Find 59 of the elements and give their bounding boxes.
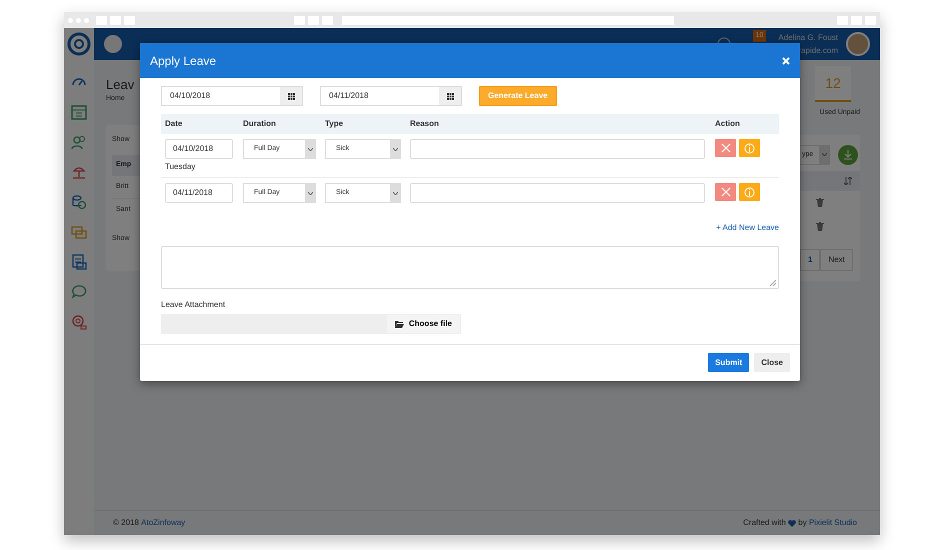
support-icon[interactable] <box>71 314 87 330</box>
add-leave-link[interactable]: + Add New Leave <box>716 223 779 232</box>
credit-text: Crafted with <box>743 517 786 529</box>
info-icon <box>744 142 755 154</box>
date-field[interactable]: 04/11/2018 <box>165 183 233 203</box>
column-header: Type <box>324 118 344 130</box>
page-link[interactable]: Next <box>820 248 853 270</box>
chat-icon[interactable] <box>71 284 87 300</box>
stat-value: 12 <box>815 66 851 102</box>
text-area[interactable] <box>161 246 779 289</box>
info-button[interactable] <box>739 139 760 157</box>
end-date-field[interactable]: 04/11/2018 <box>320 86 462 106</box>
menu-button[interactable] <box>104 35 122 53</box>
trash-icon[interactable] <box>816 222 824 231</box>
folder-icon <box>394 320 404 328</box>
cross-icon <box>720 187 730 197</box>
cross-icon <box>720 143 730 153</box>
user-email: rapide.com <box>798 45 838 57</box>
reason-field[interactable] <box>410 183 705 203</box>
caret-icon <box>392 148 398 150</box>
submit-button[interactable]: Submit <box>708 353 750 372</box>
close-button[interactable]: Close <box>754 353 790 372</box>
sort-icon[interactable] <box>844 176 852 184</box>
trash-icon[interactable] <box>816 198 824 207</box>
avatar[interactable] <box>846 32 870 56</box>
resize-handle-icon[interactable] <box>770 280 776 286</box>
caret-icon <box>822 153 826 156</box>
weekday-label: Tuesday <box>165 161 196 173</box>
column-header: Duration <box>242 118 277 130</box>
cards-icon[interactable] <box>71 224 87 240</box>
reason-field[interactable] <box>410 139 705 159</box>
delete-button[interactable] <box>715 183 736 201</box>
start-date-field[interactable]: 04/10/2018 <box>161 86 303 106</box>
calendar-icon[interactable] <box>71 104 87 120</box>
coins-icon[interactable] <box>71 194 87 210</box>
grid-icon[interactable] <box>288 92 294 100</box>
date-field[interactable]: 04/10/2018 <box>165 139 233 159</box>
column-header: Date <box>164 118 184 130</box>
download-icon[interactable] <box>838 144 858 164</box>
page-title: Leav <box>106 76 136 94</box>
heart-icon <box>788 520 796 526</box>
users-icon[interactable] <box>71 134 87 150</box>
delete-button[interactable] <box>715 139 736 157</box>
copyright-text: © 2018 <box>113 517 139 529</box>
caret-icon <box>308 148 312 150</box>
grid-icon[interactable] <box>446 92 454 100</box>
attachment-label: Leave Attachment <box>161 299 226 311</box>
caret-icon <box>392 192 398 194</box>
choose-file-button[interactable]: Choose file <box>386 314 461 334</box>
caret-icon <box>308 192 312 194</box>
info-icon <box>744 186 755 198</box>
column-header: Action <box>714 118 741 130</box>
document-icon[interactable] <box>71 254 87 270</box>
dialog-title: Apply Leave <box>150 52 216 70</box>
info-button[interactable] <box>739 183 760 201</box>
column-header: Reason <box>409 118 440 130</box>
user-name: Adelina G. Foust <box>778 32 838 44</box>
close-icon[interactable] <box>782 56 790 64</box>
credit-text: by <box>798 517 807 529</box>
